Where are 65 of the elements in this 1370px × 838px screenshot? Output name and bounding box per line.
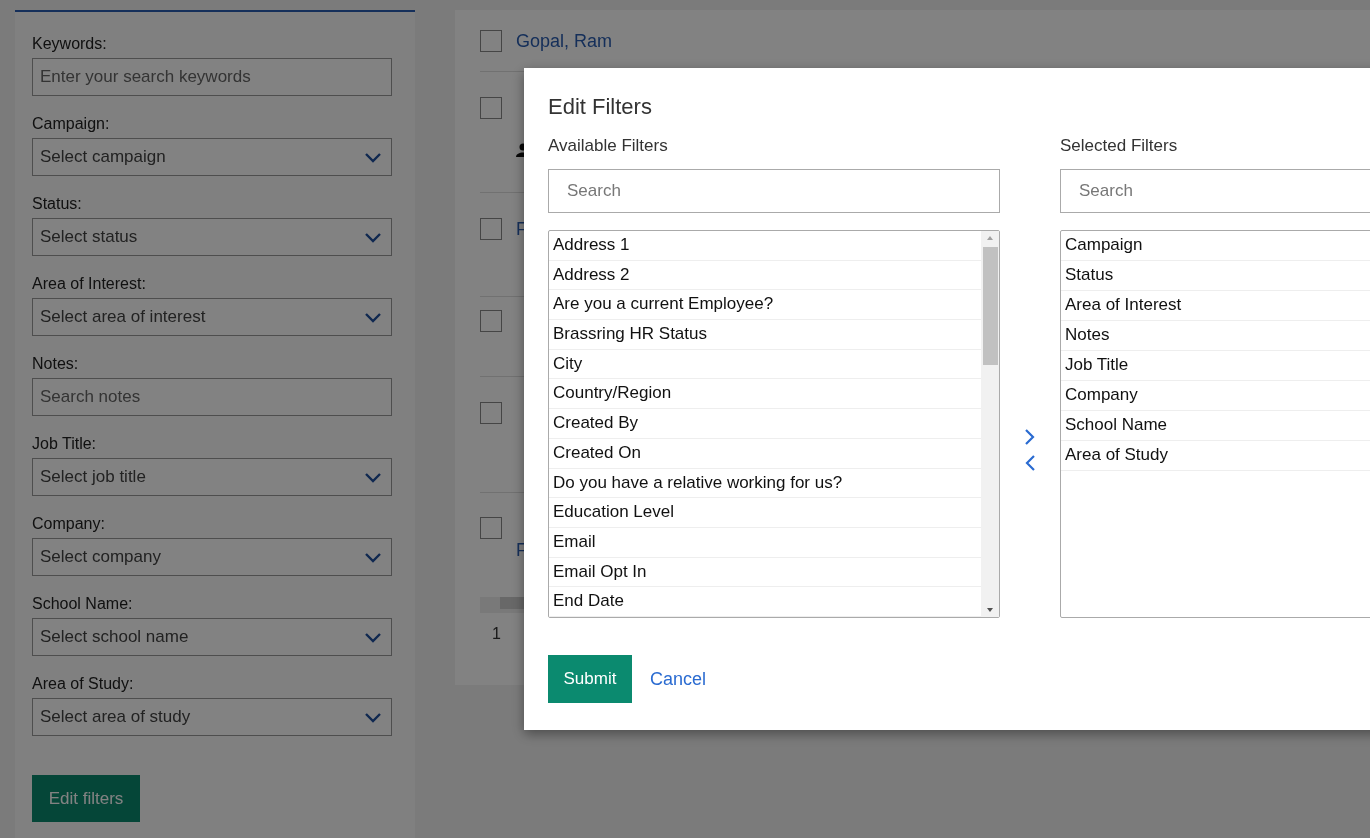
vertical-scrollbar[interactable] bbox=[981, 231, 999, 617]
list-item[interactable]: Created On bbox=[549, 438, 981, 469]
list-item[interactable]: Notes bbox=[1061, 321, 1370, 351]
list-heading: Available Filters bbox=[548, 136, 668, 156]
dialog-title: Edit Filters bbox=[548, 93, 652, 121]
move-left-icon[interactable] bbox=[1024, 453, 1036, 472]
search-field[interactable]: Search bbox=[1060, 169, 1370, 213]
field-label: Campaign: bbox=[32, 114, 110, 134]
list-item[interactable]: Address 2 bbox=[549, 260, 981, 291]
chevron-down-icon bbox=[364, 151, 382, 163]
move-right-icon[interactable] bbox=[1024, 427, 1036, 446]
field-label: Status: bbox=[32, 194, 82, 214]
list-item[interactable]: Company bbox=[1061, 381, 1370, 411]
chevron-down-icon bbox=[364, 311, 382, 323]
field-label: Area of Study: bbox=[32, 674, 134, 694]
checkbox[interactable] bbox=[480, 97, 502, 119]
list-item[interactable]: Campaign bbox=[1061, 231, 1370, 261]
input-field[interactable]: Enter your search keywords bbox=[32, 58, 392, 96]
field-label: Keywords: bbox=[32, 34, 107, 54]
list-item[interactable]: School Name bbox=[1061, 411, 1370, 441]
field-label: School Name: bbox=[32, 594, 133, 614]
list-item[interactable]: City bbox=[549, 349, 981, 380]
search-field[interactable]: Search bbox=[548, 169, 1000, 213]
list-item[interactable]: Country/Region bbox=[549, 379, 981, 410]
checkbox[interactable] bbox=[480, 402, 502, 424]
chevron-down-icon bbox=[364, 711, 382, 723]
list-item[interactable]: Email Opt In bbox=[549, 557, 981, 588]
dropdown[interactable]: Select school name bbox=[32, 618, 392, 656]
list-item[interactable]: Created By bbox=[549, 409, 981, 439]
chevron-down-icon bbox=[364, 631, 382, 643]
list-item[interactable]: Area of Study bbox=[1061, 441, 1370, 471]
field-label: Area of Interest: bbox=[32, 274, 146, 294]
scroll-down-icon[interactable] bbox=[986, 607, 994, 613]
list-item[interactable]: Address 1 bbox=[549, 231, 981, 261]
dropdown[interactable]: Select status bbox=[32, 218, 392, 256]
checkbox[interactable] bbox=[480, 29, 502, 52]
chevron-down-icon bbox=[364, 551, 382, 563]
chevron-down-icon bbox=[364, 231, 382, 243]
list-item[interactable]: Education Level bbox=[549, 498, 981, 528]
chevron-down-icon bbox=[364, 471, 382, 483]
dropdown[interactable]: Select area of interest bbox=[32, 298, 392, 336]
dropdown[interactable]: Select campaign bbox=[32, 138, 392, 176]
list-item[interactable]: Area of Interest bbox=[1061, 291, 1370, 321]
input-field[interactable]: Search notes bbox=[32, 378, 392, 416]
scroll-up-icon[interactable] bbox=[986, 235, 994, 241]
dropdown[interactable]: Select company bbox=[32, 538, 392, 576]
cancel-link[interactable]: Cancel bbox=[650, 668, 707, 690]
list-item[interactable]: Do you have a relative working for us? bbox=[549, 468, 981, 499]
checkbox[interactable] bbox=[480, 218, 502, 240]
checkbox[interactable] bbox=[480, 517, 502, 539]
checkbox[interactable] bbox=[480, 310, 502, 332]
dropdown[interactable]: Select job title bbox=[32, 458, 392, 496]
list-item[interactable]: Status bbox=[1061, 261, 1370, 291]
field-label: Job Title: bbox=[32, 434, 97, 454]
submit-button[interactable]: Submit bbox=[548, 655, 632, 703]
field-label: Notes: bbox=[32, 354, 79, 374]
field-label: Company: bbox=[32, 514, 105, 534]
list-item[interactable]: Email bbox=[549, 527, 981, 558]
list-item[interactable]: End Date bbox=[549, 587, 981, 617]
page-number[interactable]: 1 bbox=[492, 625, 501, 643]
list-item[interactable]: Are you a current Employee? bbox=[549, 290, 981, 321]
dropdown[interactable]: Select area of study bbox=[32, 698, 392, 736]
list-item[interactable]: Brassring HR Status bbox=[549, 320, 981, 350]
list-heading: Selected Filters bbox=[1060, 136, 1178, 156]
list-item[interactable]: Job Title bbox=[1061, 351, 1370, 381]
